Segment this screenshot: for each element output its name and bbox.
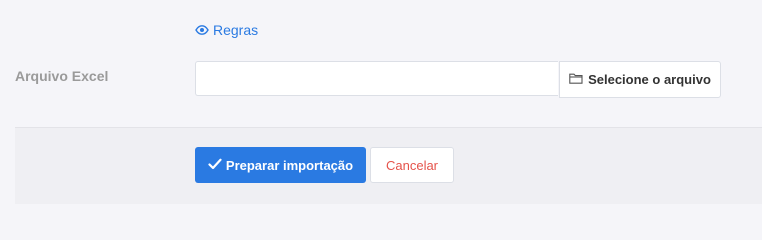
- folder-icon: [569, 72, 583, 87]
- excel-file-label: Arquivo Excel: [15, 68, 109, 84]
- cancel-label: Cancelar: [385, 157, 439, 173]
- eye-icon: [195, 25, 209, 35]
- rules-link[interactable]: Regras: [195, 22, 258, 38]
- cancel-button[interactable]: Cancelar: [370, 147, 454, 183]
- select-file-label: Selecione o arquivo: [588, 72, 711, 87]
- prepare-import-button[interactable]: Preparar importação: [195, 147, 366, 183]
- prepare-import-label: Preparar importação: [225, 157, 354, 173]
- check-icon: [208, 158, 222, 173]
- file-path-input[interactable]: [195, 61, 558, 96]
- rules-link-label: Regras: [213, 22, 259, 38]
- select-file-button[interactable]: Selecione o arquivo: [559, 61, 721, 98]
